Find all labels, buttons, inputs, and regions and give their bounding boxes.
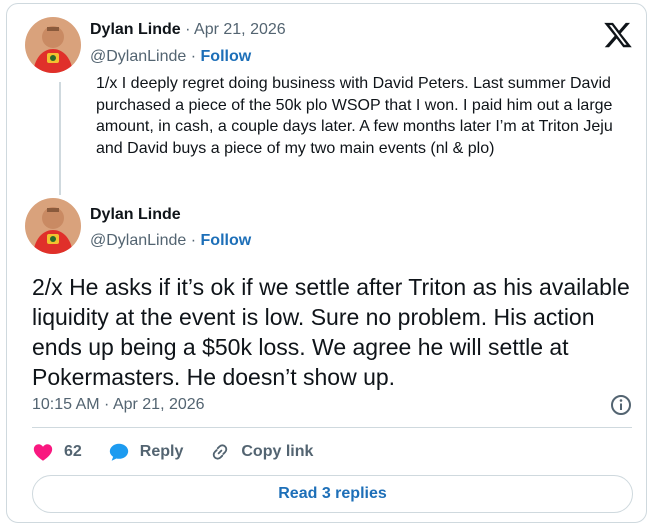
action-bar: 62 Reply Copy link [32, 440, 339, 464]
follow-button[interactable]: Follow [201, 232, 252, 249]
thread-connector-line [59, 82, 61, 195]
handle-line: @DylanLinde · Follow [90, 231, 251, 251]
divider [32, 427, 632, 428]
avatar[interactable] [25, 17, 81, 73]
tweet-text: 2/x He asks if it’s ok if we settle afte… [32, 274, 630, 390]
x-logo-icon[interactable] [603, 20, 633, 50]
author-name[interactable]: Dylan Linde [90, 206, 181, 223]
like-count: 62 [64, 443, 82, 460]
copy-link-label: Copy link [241, 443, 314, 460]
tweet-date[interactable]: Apr 21, 2026 [194, 21, 286, 38]
reply-label: Reply [139, 443, 184, 460]
tweet-timestamp[interactable]: 10:15 AM · Apr 21, 2026 [32, 395, 205, 415]
separator-dot: · [186, 232, 201, 249]
handle-line: @DylanLinde · Follow [90, 47, 251, 67]
author-handle[interactable]: @DylanLinde [90, 48, 186, 65]
reply-button[interactable]: Reply [108, 441, 184, 463]
read-replies-button[interactable]: Read 3 replies [32, 475, 633, 513]
heart-icon [33, 444, 53, 461]
author-handle[interactable]: @DylanLinde [90, 232, 186, 249]
avatar[interactable] [25, 198, 81, 254]
like-button[interactable]: 62 [32, 441, 82, 463]
copy-link-button[interactable]: Copy link [209, 441, 313, 463]
info-icon[interactable] [609, 393, 633, 417]
tweet-text: 1/x I deeply regret doing business with … [96, 75, 613, 157]
author-line: Dylan Linde [90, 205, 181, 225]
tweet-embed-card: Dylan Linde · Apr 21, 2026 @DylanLinde ·… [6, 3, 647, 523]
separator-dot: · [180, 21, 195, 38]
author-line: Dylan Linde · Apr 21, 2026 [90, 20, 286, 40]
reply-bubble-icon [109, 443, 128, 461]
author-name[interactable]: Dylan Linde [90, 21, 181, 38]
follow-button[interactable]: Follow [201, 48, 252, 65]
separator-dot: · [186, 48, 201, 65]
link-icon [213, 444, 228, 460]
